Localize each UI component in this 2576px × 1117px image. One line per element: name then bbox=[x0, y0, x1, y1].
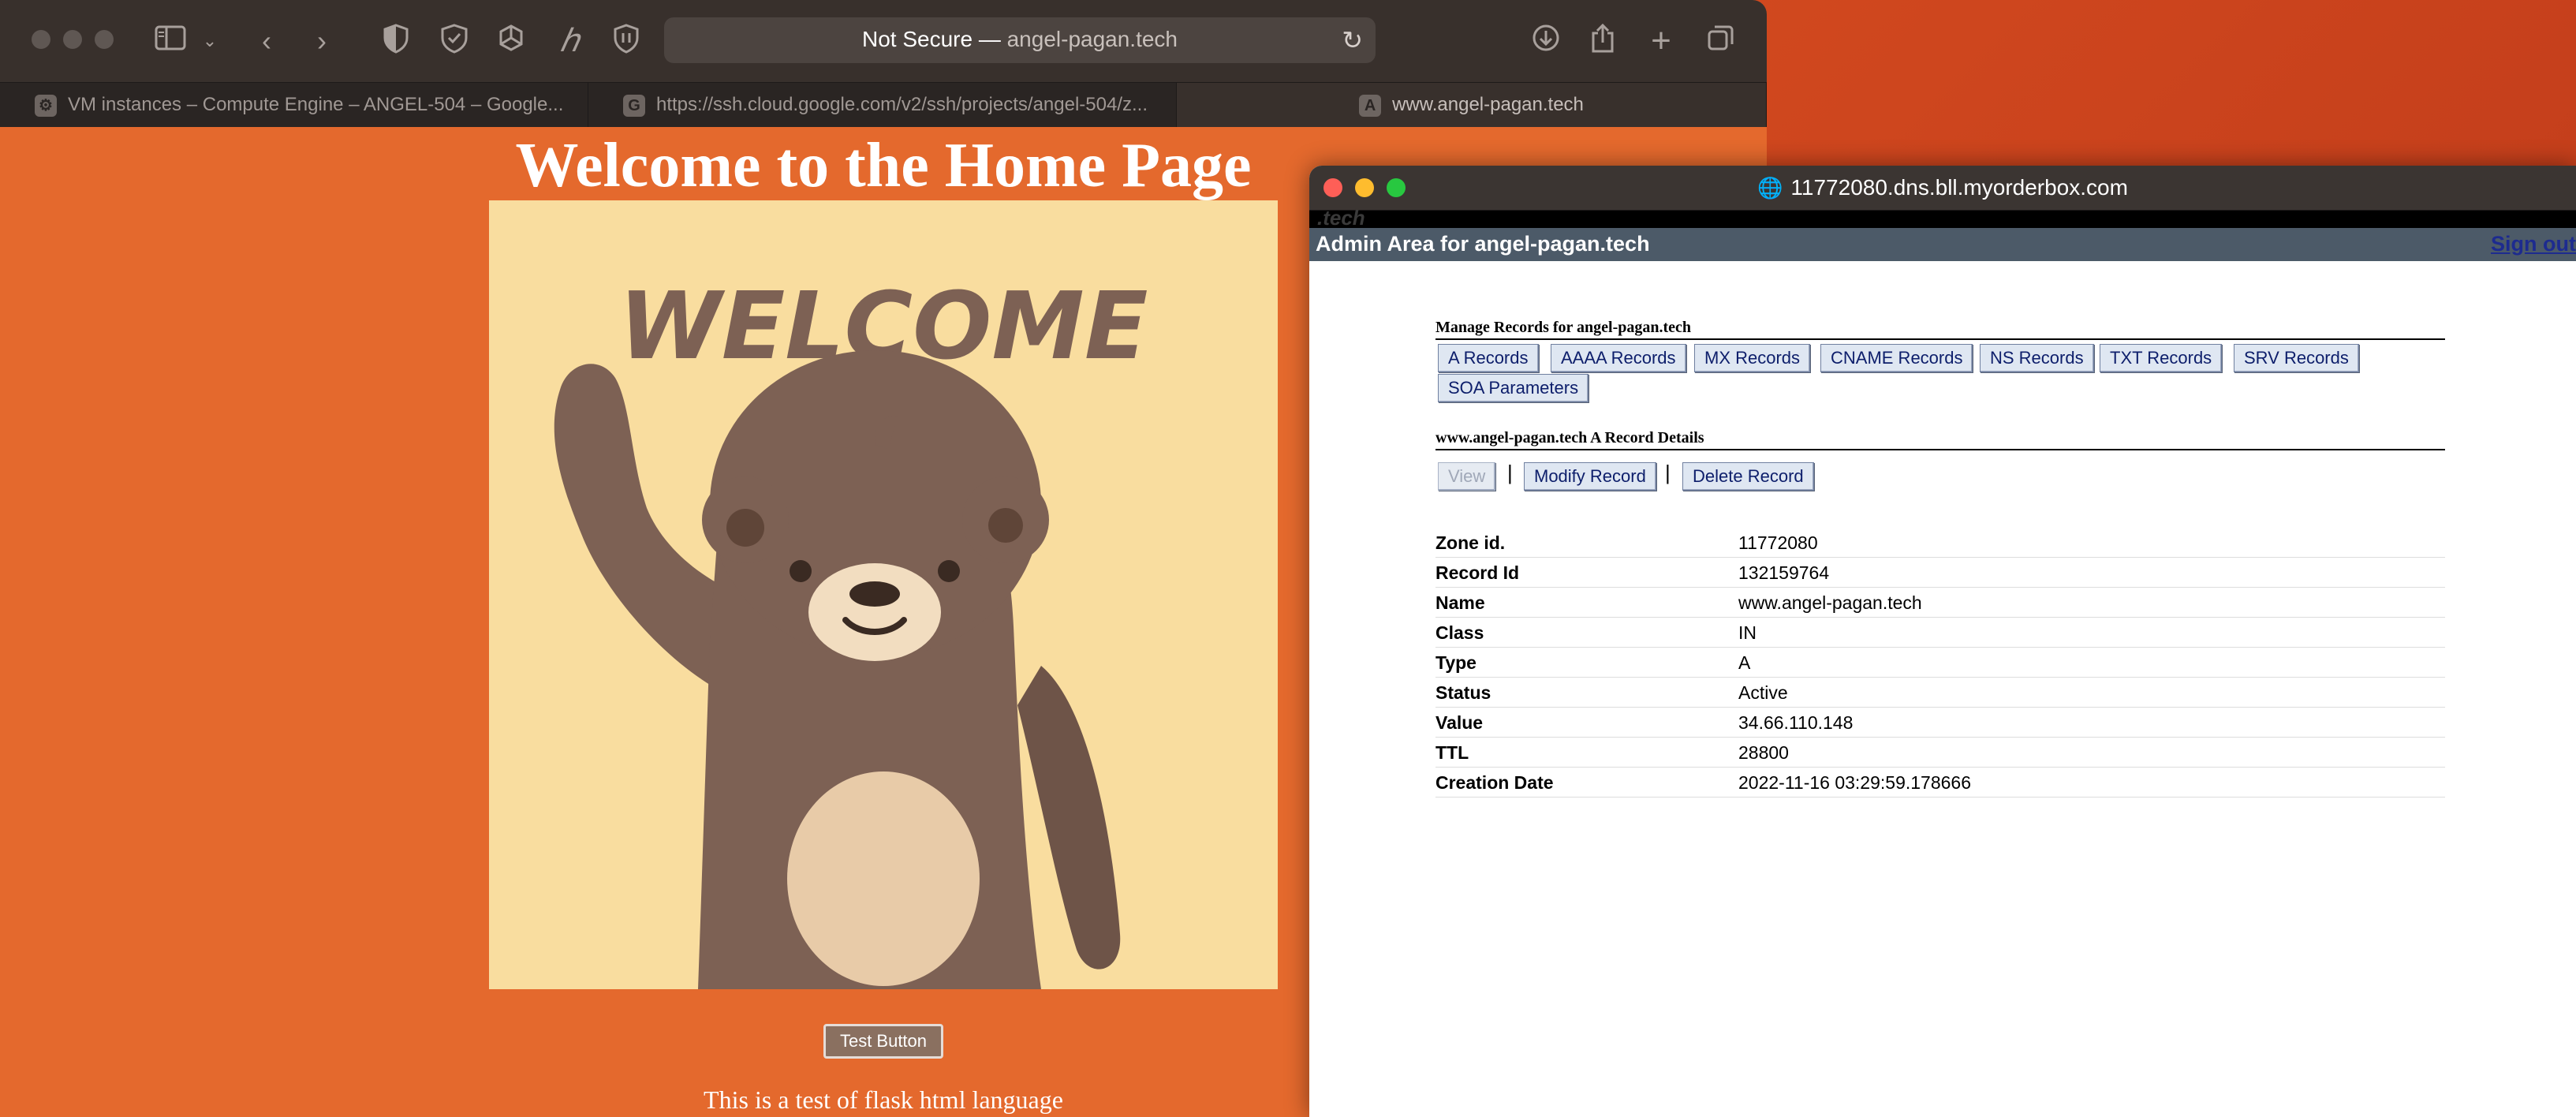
separator: | bbox=[1665, 461, 1671, 484]
zoom-window-button[interactable] bbox=[95, 30, 114, 49]
safari-toolbar: ⌄ ‹ › ℎ Not Secure — angel-pagan.tech ↻ bbox=[0, 0, 1767, 82]
detail-label: Class bbox=[1435, 622, 1484, 643]
forward-icon[interactable]: › bbox=[306, 24, 338, 58]
detail-value: www.angel-pagan.tech bbox=[1738, 592, 1922, 613]
ns-records-button[interactable]: NS Records bbox=[1980, 344, 2094, 372]
detail-value: 11772080 bbox=[1738, 532, 1818, 553]
share-icon[interactable] bbox=[1585, 23, 1620, 58]
detail-label: Name bbox=[1435, 592, 1485, 613]
tab-angel-pagan[interactable]: Awww.angel-pagan.tech bbox=[1177, 83, 1767, 127]
detail-value: A bbox=[1738, 652, 1751, 673]
tab-overview-icon[interactable] bbox=[1704, 24, 1738, 58]
detail-label: Record Id bbox=[1435, 562, 1520, 583]
detail-row-type: Type A bbox=[1435, 648, 2445, 678]
minimize-window-button[interactable] bbox=[63, 30, 82, 49]
tab-label: www.angel-pagan.tech bbox=[1392, 94, 1584, 115]
detail-row-creation-date: Creation Date 2022-11-16 03:29:59.178666 bbox=[1435, 768, 2445, 798]
detail-value: Active bbox=[1738, 682, 1788, 703]
check-shield-icon[interactable] bbox=[437, 24, 472, 58]
shield-icon[interactable] bbox=[379, 24, 413, 58]
detail-value: 34.66.110.148 bbox=[1738, 712, 1854, 733]
detail-label: Creation Date bbox=[1435, 772, 1554, 793]
pause-shield-icon[interactable] bbox=[609, 24, 644, 58]
detail-label: Status bbox=[1435, 682, 1491, 703]
download-icon[interactable] bbox=[1529, 24, 1563, 58]
admin-title: Admin Area for angel-pagan.tech bbox=[1316, 232, 1650, 256]
reload-icon[interactable]: ↻ bbox=[1342, 25, 1363, 55]
dns-titlebar: 🌐 11772080.dns.bll.myorderbox.com bbox=[1309, 166, 2576, 211]
chevron-down-icon[interactable]: ⌄ bbox=[199, 24, 221, 58]
detail-value: IN bbox=[1738, 622, 1757, 643]
detail-label: TTL bbox=[1435, 742, 1469, 763]
close-window-button[interactable] bbox=[32, 30, 50, 49]
tab-vm-instances[interactable]: ⚙ VM instances – Compute Engine – ANGEL-5… bbox=[0, 83, 588, 127]
detail-row-zone-id: Zone id. 11772080 bbox=[1435, 528, 2445, 558]
tab-label: https://ssh.cloud.google.com/v2/ssh/proj… bbox=[656, 94, 1148, 115]
detail-row-name: Name www.angel-pagan.tech bbox=[1435, 588, 2445, 618]
not-secure-label: Not Secure — bbox=[861, 27, 1001, 51]
tab-label: VM instances – Compute Engine – ANGEL-50… bbox=[68, 94, 564, 115]
dns-url-text: 11772080.dns.bll.myorderbox.com bbox=[1790, 175, 2128, 200]
mx-records-button[interactable]: MX Records bbox=[1694, 344, 1811, 372]
detail-row-ttl: TTL 28800 bbox=[1435, 738, 2445, 768]
txt-records-button[interactable]: TXT Records bbox=[2100, 344, 2223, 372]
test-button[interactable]: Test Button bbox=[823, 1024, 943, 1059]
detail-value: 132159764 bbox=[1738, 562, 1830, 583]
sign-out-link[interactable]: Sign out bbox=[2491, 232, 2576, 256]
record-details-heading: www.angel-pagan.tech A Record Details bbox=[1435, 429, 2445, 450]
manage-records-heading: Manage Records for angel-pagan.tech bbox=[1435, 319, 2445, 340]
brand-bar: .tech bbox=[1309, 206, 2576, 230]
gcp-icon: ⚙ bbox=[35, 94, 57, 117]
welcome-bear-image: WELCOME bbox=[489, 200, 1278, 989]
detail-label: Value bbox=[1435, 712, 1484, 733]
page-text: This is a test of flask html language bbox=[704, 1085, 1063, 1114]
a-favicon-icon: A bbox=[1359, 94, 1382, 117]
new-tab-icon[interactable]: + bbox=[1644, 24, 1678, 58]
detail-row-record-id: Record Id 132159764 bbox=[1435, 558, 2445, 588]
dns-url: 🌐 11772080.dns.bll.myorderbox.com bbox=[1309, 175, 2576, 200]
detail-label: Zone id. bbox=[1435, 532, 1506, 553]
h-extension-icon[interactable]: ℎ bbox=[552, 24, 587, 58]
detail-label: Type bbox=[1435, 652, 1477, 673]
address-domain: angel-pagan.tech bbox=[1006, 27, 1178, 51]
record-details-table: Zone id. 11772080 Record Id 132159764 Name… bbox=[1435, 528, 2445, 798]
detail-row-value: Value 34.66.110.148 bbox=[1435, 708, 2445, 738]
google-g-icon: G bbox=[623, 94, 645, 117]
aaaa-records-button[interactable]: AAAA Records bbox=[1551, 344, 1686, 372]
modify-record-button[interactable]: Modify Record bbox=[1524, 462, 1656, 491]
tech-logo: .tech bbox=[1317, 206, 1365, 230]
srv-records-button[interactable]: SRV Records bbox=[2234, 344, 2359, 372]
address-bar[interactable]: Not Secure — angel-pagan.tech ↻ bbox=[664, 17, 1376, 63]
extension-icon[interactable] bbox=[494, 24, 528, 58]
address-text: Not Secure — angel-pagan.tech bbox=[664, 27, 1376, 52]
delete-record-button[interactable]: Delete Record bbox=[1682, 462, 1814, 491]
soa-parameters-button[interactable]: SOA Parameters bbox=[1438, 374, 1589, 402]
sidebar-icon[interactable] bbox=[151, 24, 189, 58]
back-icon[interactable]: ‹ bbox=[251, 24, 282, 58]
detail-value: 28800 bbox=[1738, 742, 1789, 763]
a-records-button[interactable]: A Records bbox=[1438, 344, 1539, 372]
admin-bar: Admin Area for angel-pagan.tech Sign out bbox=[1309, 228, 2576, 261]
dns-admin-window: 🌐 11772080.dns.bll.myorderbox.com .tech A… bbox=[1309, 166, 2576, 1117]
view-button: View bbox=[1438, 462, 1496, 491]
separator: | bbox=[1507, 461, 1513, 484]
cname-records-button[interactable]: CNAME Records bbox=[1820, 344, 1973, 372]
page-title: Welcome to the Home Page bbox=[515, 131, 1252, 200]
tab-bar: ⚙ VM instances – Compute Engine – ANGEL-5… bbox=[0, 82, 1767, 127]
detail-row-status: Status Active bbox=[1435, 678, 2445, 708]
globe-icon: 🌐 bbox=[1757, 176, 1783, 200]
tab-ssh[interactable]: Ghttps://ssh.cloud.google.com/v2/ssh/pro… bbox=[588, 83, 1177, 127]
detail-row-class: Class IN bbox=[1435, 618, 2445, 648]
detail-value: 2022-11-16 03:29:59.178666 bbox=[1738, 772, 1972, 793]
